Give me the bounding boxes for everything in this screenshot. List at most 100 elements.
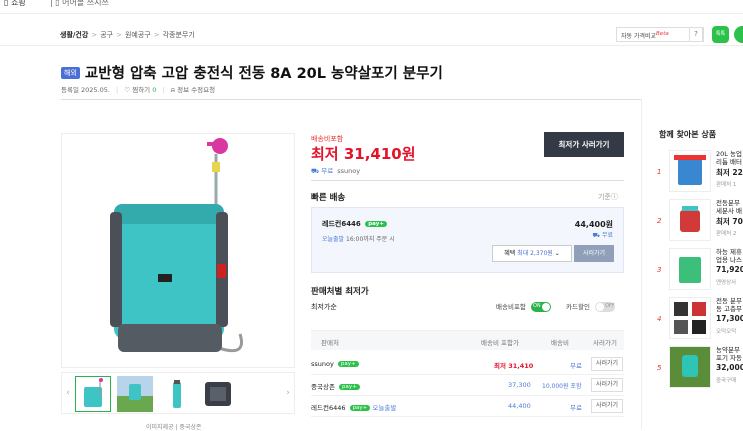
- buy-lowest-button[interactable]: 최저가 사러가기: [544, 132, 624, 157]
- benefit-dropdown[interactable]: 혜택 최대 2,370원 ⌄: [492, 245, 572, 262]
- related-item[interactable]: 5 농약분무 포기 자동 32,000 중국구매: [655, 346, 743, 396]
- seller-name: 레드컨6446: [311, 404, 346, 412]
- breadcrumb-item[interactable]: 원예공구: [125, 31, 151, 39]
- related-image-art: [674, 155, 706, 185]
- heart-icon: ♡: [124, 86, 131, 94]
- registered-date: 등록일 2025.05.: [61, 86, 110, 94]
- fast-shipping-label: 무료: [601, 232, 613, 239]
- thumb-prev-button[interactable]: ‹: [62, 373, 74, 413]
- related-item[interactable]: 1 20L 농업 리튬 배터 최저 22, 판매처 1: [655, 150, 743, 200]
- related-name-line: 포기 자동: [716, 354, 742, 362]
- fast-buy-button[interactable]: 사러가기: [574, 245, 614, 262]
- toggle-switch: ON: [530, 302, 551, 312]
- related-item[interactable]: 4 전동 분무 동 고층무 17,300 오덕오덕: [655, 297, 743, 347]
- row-seller[interactable]: 중국상존 pay+: [311, 381, 360, 391]
- shipping-included-toggle[interactable]: 배송비포함 ON: [496, 301, 551, 312]
- divider: [641, 99, 642, 429]
- npay-badge: pay+: [349, 405, 371, 411]
- divider: [311, 180, 624, 181]
- npay-badge: pay+: [365, 221, 387, 227]
- main-product-image[interactable]: [61, 133, 295, 368]
- row-seller[interactable]: ssunoy pay+: [311, 360, 359, 368]
- row-buy-button[interactable]: 사러가기: [591, 378, 623, 392]
- related-seller: 중국구매: [716, 378, 737, 384]
- thumbnail[interactable]: [201, 376, 237, 412]
- breadcrumb-item[interactable]: 각종분무기: [163, 31, 195, 39]
- related-seller: 엔영상사: [716, 280, 737, 286]
- thumb-image: [117, 376, 153, 412]
- npay-badge: pay+: [339, 384, 360, 390]
- seller-name[interactable]: ssunoy: [337, 167, 360, 175]
- today-ship-label: 오늘출발: [322, 236, 345, 243]
- related-price: 17,300: [716, 314, 743, 323]
- toggle-label: 배송비포함: [496, 303, 526, 311]
- related-name-line: 세분사 배: [716, 207, 742, 215]
- report-label: 정보 수정요청: [177, 86, 216, 94]
- top-bar: ▯ 쇼핑 | ▯ 어어볼 쓰시쓰: [0, 0, 743, 14]
- related-name-line: 전동 분무: [716, 297, 742, 305]
- row-shipping: 무료: [570, 362, 582, 370]
- related-image: [669, 346, 711, 388]
- wish-button[interactable]: ♡ 찜하기 0: [124, 86, 156, 94]
- related-name-line: 업용 나스: [716, 256, 742, 264]
- seller-list-title: 판매처별 최저가: [311, 287, 369, 297]
- related-image-art: [674, 302, 706, 334]
- fast-seller[interactable]: 레드컨6446 pay+: [322, 219, 387, 229]
- row-shipping: 무료: [570, 404, 582, 412]
- wish-count: 0: [152, 86, 157, 94]
- card-discount-toggle[interactable]: 카드할인 OFF: [566, 301, 615, 312]
- related-item[interactable]: 3 하능 제휴 업용 나스 71,920 엔영상사: [655, 248, 743, 298]
- product-title-row: 해외 교반형 압축 고압 충전식 전동 8A 20L 농약살포기 분무기: [61, 62, 443, 83]
- row-seller[interactable]: 레드컨6446 pay+ 오늘출발: [311, 402, 396, 412]
- rank-number: 1: [657, 168, 662, 176]
- row-price: 44,400: [508, 402, 531, 410]
- image-source: 이미지제공 | 중국상존: [146, 424, 202, 431]
- wish-label: 찜하기: [132, 86, 151, 94]
- related-name: 전동분무 세분사 배: [716, 199, 742, 215]
- rank-number: 2: [657, 217, 662, 225]
- related-name-line: 하능 제휴: [716, 248, 742, 256]
- thumbnail[interactable]: [117, 376, 153, 412]
- related-name-line: 리튬 배터: [716, 158, 742, 166]
- column-header: 배송비 포함가: [481, 339, 519, 347]
- row-shipping: 10,000원 포함: [542, 383, 582, 390]
- related-name-line: 동 고층무: [716, 305, 742, 313]
- related-title: 함께 찾아본 상품: [659, 130, 717, 139]
- row-buy-button[interactable]: 사러가기: [591, 399, 623, 413]
- line-share-button[interactable]: [734, 26, 743, 43]
- breadcrumb-item[interactable]: 생활/건강: [60, 31, 88, 39]
- related-item[interactable]: 2 전동분무 세분사 배 최저 70, 판매처 2: [655, 199, 743, 249]
- thumbnail[interactable]: [159, 376, 195, 412]
- thumbnail[interactable]: [75, 376, 111, 412]
- auto-compare-label: 자동 가격비교: [621, 33, 657, 40]
- seller-name: 중국상존: [311, 383, 335, 391]
- related-seller: 오덕오덕: [716, 329, 737, 335]
- related-image-art: [670, 347, 710, 387]
- benefit-value: 최대 2,370원: [517, 250, 553, 257]
- related-image: [669, 248, 711, 290]
- toggle-label: 카드할인: [566, 303, 590, 311]
- overseas-tag: 해외: [61, 67, 80, 79]
- fast-price: 44,400원: [574, 220, 613, 229]
- benefit-label: 혜택: [504, 250, 516, 257]
- seller-name: ssunoy: [311, 360, 334, 368]
- fast-seller-name: 레드컨6446: [322, 220, 361, 228]
- breadcrumb-item[interactable]: 공구: [100, 31, 113, 39]
- fast-shipping: ⛟ 무료: [592, 230, 613, 240]
- header: 생활/건강 > 공구 > 원예공구 > 각종분무기 자동 가격비교Beta ? 톡톡: [0, 14, 743, 46]
- thumb-next-button[interactable]: ›: [282, 373, 294, 413]
- sort-lowest[interactable]: 최저가순: [311, 302, 337, 312]
- related-image: [669, 150, 711, 192]
- row-buy-button[interactable]: 사러가기: [591, 357, 623, 371]
- criteria-info[interactable]: 기준ⓘ: [598, 192, 618, 202]
- help-button[interactable]: ?: [689, 27, 703, 42]
- top-bar-right[interactable]: | ▯ 어어볼 쓰시쓰: [50, 0, 109, 8]
- fast-delivery-title: 빠른 배송: [311, 193, 346, 203]
- related-price: 최저 22,: [716, 168, 743, 177]
- rank-number: 5: [657, 364, 662, 372]
- report-button[interactable]: ⍾ 정보 수정요청: [171, 86, 215, 94]
- table-row: 레드컨6446 pay+ 오늘출발 44,400 무료 사러가기: [311, 396, 624, 417]
- talk-share-button[interactable]: 톡톡: [712, 26, 729, 43]
- related-name-line: 20L 농업: [716, 150, 742, 158]
- top-bar-left[interactable]: ▯ 쇼핑: [4, 0, 26, 8]
